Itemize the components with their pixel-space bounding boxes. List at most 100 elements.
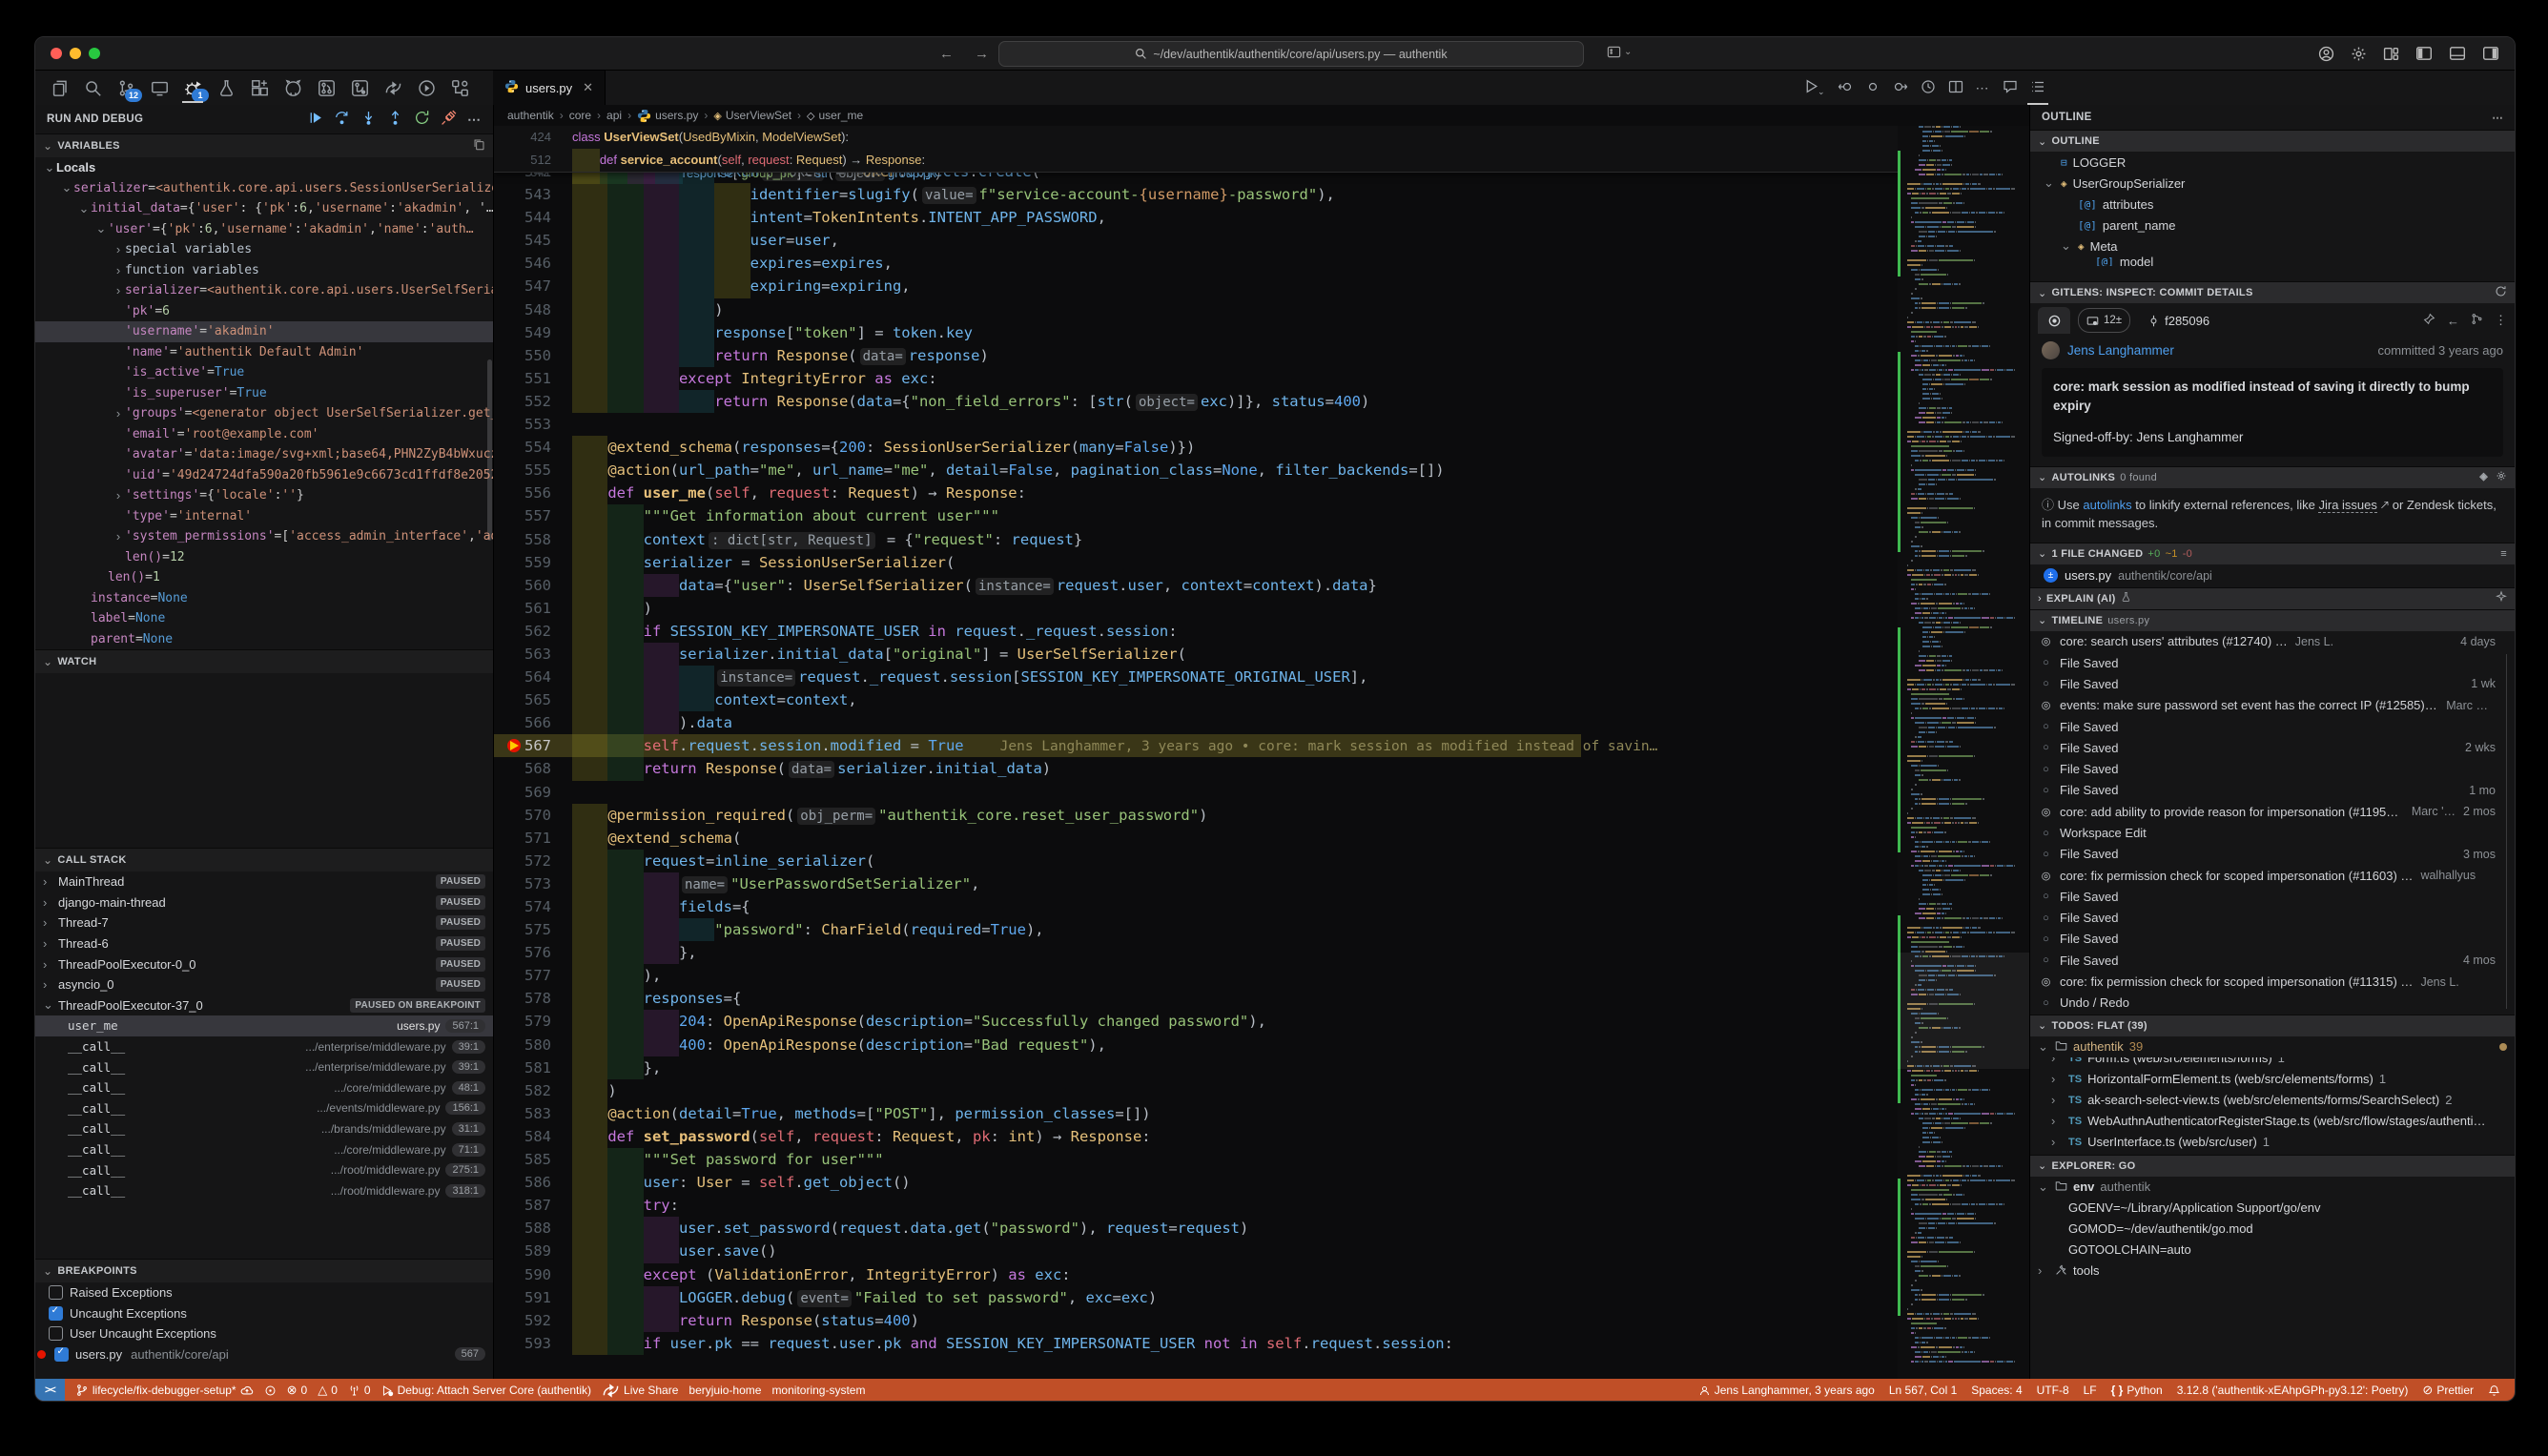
change-icon[interactable] [1865, 79, 1880, 97]
code-line[interactable]: 569 [494, 781, 1898, 804]
breadcrumb-item-api[interactable]: api [606, 109, 622, 122]
close-window-icon[interactable] [51, 48, 62, 59]
expander-icon[interactable]: ⌄ [60, 180, 73, 195]
commit-sha[interactable]: f285096 [2147, 314, 2209, 328]
timeline-item[interactable]: ○File Saved1 wk [2030, 673, 2515, 694]
stack-thread-row[interactable]: ›Thread-7PAUSED [35, 913, 493, 933]
expander-icon[interactable]: ⌄ [2061, 238, 2072, 254]
variable-row[interactable]: label = None [35, 608, 493, 629]
timeline-item[interactable]: ○File Saved [2030, 929, 2515, 950]
timeline-item[interactable]: ○File Saved [2030, 758, 2515, 779]
go-env-var[interactable]: GOENV=~/Library/Application Support/go/e… [2030, 1198, 2515, 1219]
code-line[interactable]: 557"""Get information about current user… [494, 504, 1898, 527]
code-line[interactable]: 558context: dict[str, Request] = {"reque… [494, 528, 1898, 551]
code-line[interactable]: 580400: OpenApiResponse(description="Bad… [494, 1034, 1898, 1056]
pin-icon[interactable] [2423, 313, 2435, 328]
call-stack-section-header[interactable]: ⌄CALL STACK [35, 848, 493, 872]
live-share[interactable]: Live Share [602, 1382, 678, 1400]
stack-thread-row[interactable]: ›ThreadPoolExecutor-0_0PAUSED [35, 954, 493, 974]
expander-icon[interactable]: › [112, 263, 125, 277]
account-icon[interactable] [2318, 46, 2334, 62]
view-as-tree-icon[interactable]: ≡ [2500, 548, 2507, 560]
next-change-icon[interactable] [1893, 79, 1908, 97]
code-line[interactable]: 562if SESSION_KEY_IMPERSONATE_USER in re… [494, 620, 1898, 643]
extensions-icon[interactable] [245, 73, 274, 102]
code-line[interactable]: 561) [494, 597, 1898, 620]
outline-view-icon[interactable] [2030, 79, 2045, 97]
expander-icon[interactable]: › [43, 874, 58, 889]
expander-icon[interactable]: ⌄ [43, 160, 56, 175]
stack-frame-row[interactable]: __call__.../core/middleware.py71:1 [35, 1139, 493, 1160]
file-history-icon[interactable] [1921, 79, 1936, 97]
code-line[interactable]: 547expiring=expiring, [494, 275, 1898, 297]
code-line[interactable]: 589user.save() [494, 1240, 1898, 1262]
code-line[interactable]: 549response["token"] = token.key [494, 321, 1898, 344]
go-env-row[interactable]: ⌄env authentik [2030, 1177, 2515, 1198]
code-line[interactable]: 581}, [494, 1056, 1898, 1079]
run-and-debug-icon[interactable]: 1 [178, 73, 207, 102]
autolinks-link[interactable]: autolinks [2083, 498, 2131, 512]
expander-icon[interactable]: › [112, 283, 125, 297]
code-line[interactable]: 590except (ValidationError, IntegrityErr… [494, 1263, 1898, 1286]
expander-icon[interactable]: › [43, 957, 58, 972]
comments-icon[interactable] [2003, 79, 2018, 97]
live-share-icon[interactable] [379, 73, 407, 102]
variable-row[interactable]: ›'groups' = <generator object UserSelfSe… [35, 403, 493, 424]
code-line[interactable]: 585"""Set password for user""" [494, 1148, 1898, 1171]
continue-icon[interactable] [307, 110, 323, 129]
commit-message[interactable]: core: mark session as modified instead o… [2042, 368, 2503, 457]
code-line[interactable]: 564instance=request._request.session[SES… [494, 666, 1898, 688]
todo-file-row[interactable]: ›TSHorizontalFormElement.ts (web/src/ele… [2030, 1069, 2515, 1090]
outline-item[interactable]: [@]model [2030, 256, 2515, 266]
search-icon[interactable] [78, 73, 107, 102]
code-line[interactable]: 575"password": CharField(required=True), [494, 918, 1898, 941]
source-control-icon[interactable]: 12 [112, 73, 140, 102]
expander-icon[interactable]: › [43, 936, 58, 951]
gitlens-icon[interactable] [345, 73, 374, 102]
branch-indicator[interactable]: lifecycle/fix-debugger-setup* [75, 1384, 254, 1397]
expander-icon[interactable]: ⌄ [94, 221, 108, 236]
stack-frame-row[interactable]: __call__.../root/middleware.py318:1 [35, 1180, 493, 1201]
code-line[interactable]: 578responses={ [494, 987, 1898, 1010]
jira-issues-link[interactable]: Jira issues [2318, 498, 2376, 513]
warnings-count[interactable]: △0 [318, 1383, 338, 1398]
outline-item[interactable]: [@]parent_name [2030, 215, 2515, 236]
code-line[interactable]: 541response["group_pk"] = str(object=gro… [494, 173, 1898, 184]
testing-icon[interactable] [212, 73, 240, 102]
breakpoint-checkbox[interactable] [54, 1347, 69, 1362]
timeline-item[interactable]: ◎core: add ability to provide reason for… [2030, 801, 2515, 822]
expander-icon[interactable]: › [112, 529, 125, 543]
step-into-icon[interactable] [360, 110, 377, 129]
code-line[interactable]: 566).data [494, 711, 1898, 734]
step-over-icon[interactable] [334, 110, 350, 129]
code-line[interactable]: 573name="UserPasswordSetSerializer", [494, 872, 1898, 895]
stack-frame-row[interactable]: __call__.../enterprise/middleware.py39:1 [35, 1036, 493, 1057]
variable-row[interactable]: instance = None [35, 588, 493, 609]
window-controls[interactable] [51, 48, 100, 59]
breadcrumb-item-users-py[interactable]: users.py [637, 109, 698, 123]
copy-value-icon[interactable] [473, 138, 485, 154]
expander-icon[interactable]: › [112, 488, 125, 502]
code-line[interactable]: 572request=inline_serializer( [494, 850, 1898, 872]
variable-row[interactable]: ›'settings' = {'locale': ''} [35, 485, 493, 506]
nav-back-icon[interactable]: ← [939, 46, 954, 62]
code-line[interactable]: 584def set_password(self, request: Reque… [494, 1125, 1898, 1148]
errors-count[interactable]: ⊗0 [287, 1383, 308, 1398]
code-line[interactable]: 593if user.pk == request.user.pk and SES… [494, 1332, 1898, 1355]
nav-forward-icon[interactable]: → [975, 46, 989, 62]
eol[interactable]: LF [2084, 1384, 2097, 1397]
code-line[interactable]: 587try: [494, 1194, 1898, 1217]
variable-row[interactable]: ›serializer = <authentik.core.api.users.… [35, 280, 493, 301]
refresh-icon[interactable] [2495, 285, 2507, 300]
variable-row[interactable]: 'email' = 'root@example.com' [35, 424, 493, 445]
todo-file-row[interactable]: ›TSUserInterface.ts (web/src/user) 1 [2030, 1132, 2515, 1153]
code-line[interactable]: 550return Response(data=response) [494, 344, 1898, 367]
more-actions-icon[interactable]: ⋯ [2492, 111, 2503, 124]
code-line[interactable]: 577), [494, 964, 1898, 987]
python-interpreter[interactable]: 3.12.8 ('authentik-xEAhpGPh-py3.12': Poe… [2177, 1384, 2409, 1397]
breadcrumb-item-user-me[interactable]: ◇user_me [807, 109, 863, 122]
restart-icon[interactable] [414, 110, 430, 129]
breadcrumb-item-userviewset[interactable]: ◈UserViewSet [713, 109, 791, 122]
breakpoint-row[interactable]: users.pyauthentik/core/api567 [35, 1344, 493, 1365]
code-line[interactable]: 424class UserViewSet(UsedByMixin, ModelV… [494, 126, 1898, 149]
